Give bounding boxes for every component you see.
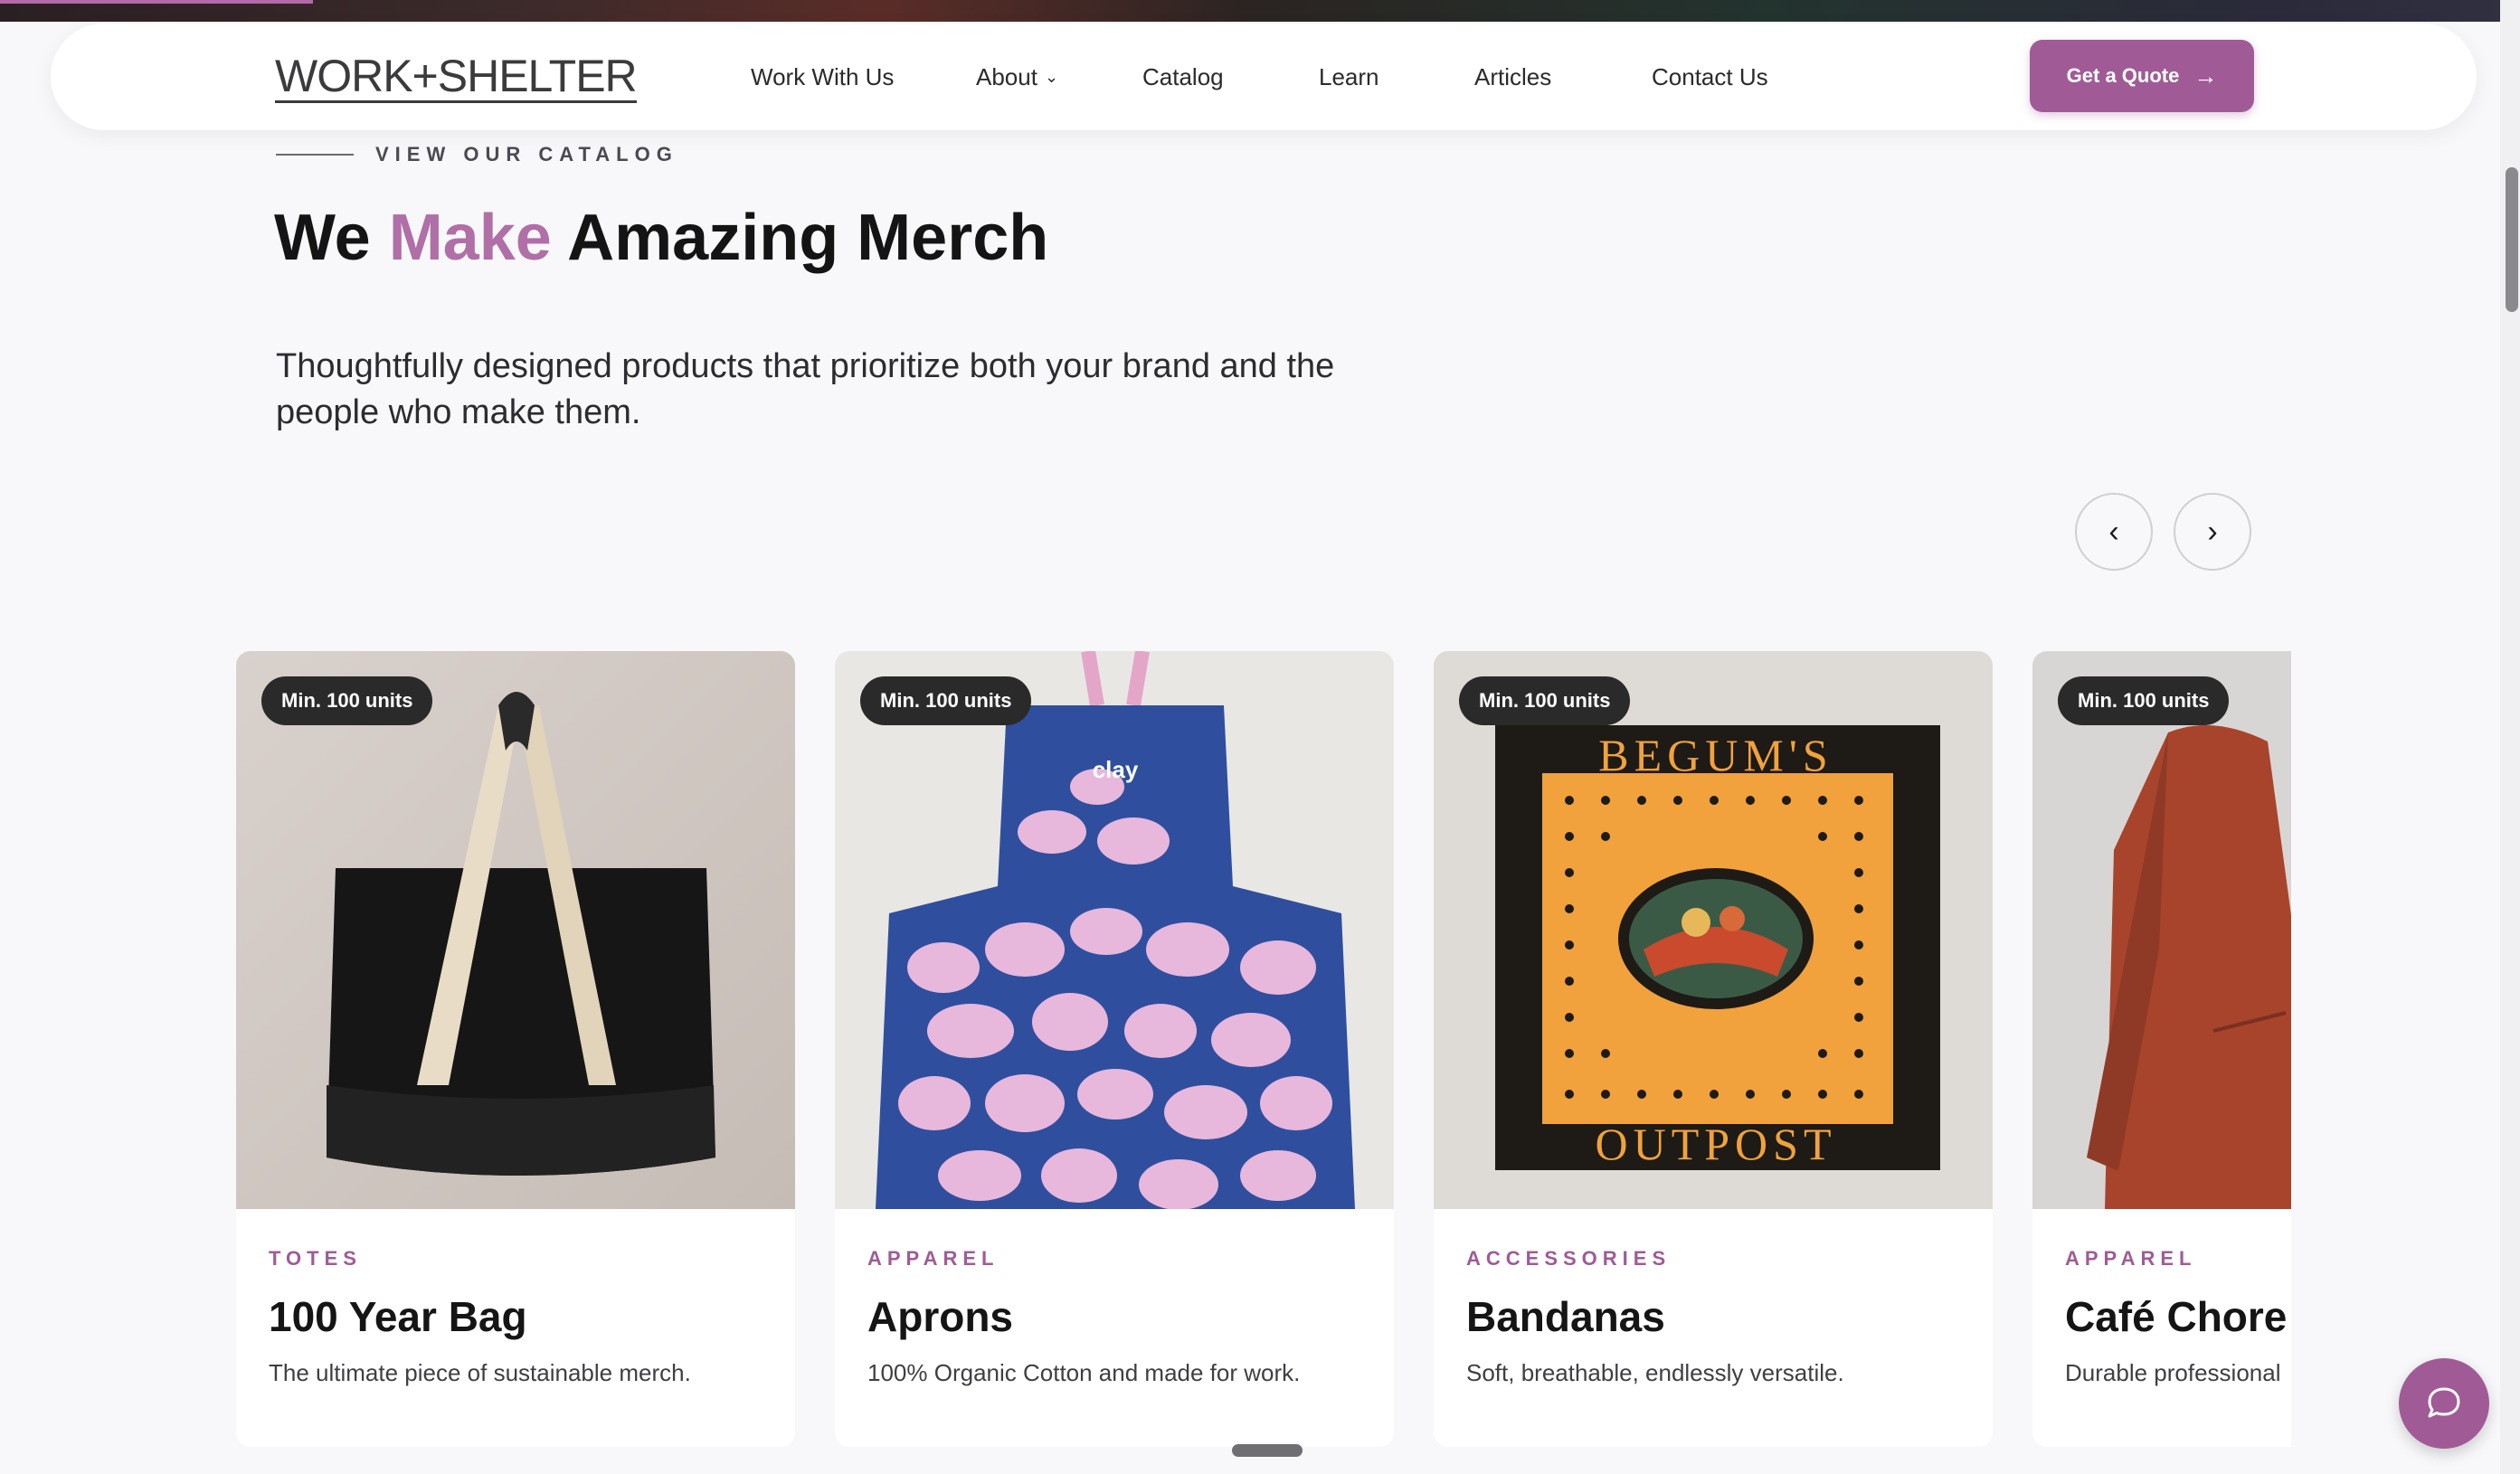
product-title[interactable]: Bandanas bbox=[1466, 1292, 1960, 1341]
apron-print-text: clay bbox=[1093, 756, 1139, 783]
min-units-badge: Min. 100 units bbox=[1459, 676, 1631, 725]
carousel-prev-button[interactable]: ‹ bbox=[2075, 493, 2153, 571]
nav-link-articles[interactable]: Articles bbox=[1474, 63, 1551, 91]
chat-bubble-icon bbox=[2428, 1387, 2460, 1418]
carousel-next-button[interactable]: › bbox=[2174, 493, 2251, 571]
product-description: Durable professional bbox=[2065, 1359, 2281, 1386]
apron-illustration: clay bbox=[835, 651, 1394, 1209]
nav-link-contact-us[interactable]: Contact Us bbox=[1652, 63, 1768, 91]
headline-prefix: We bbox=[274, 202, 389, 274]
section-eyebrow: VIEW OUR CATALOG bbox=[276, 143, 678, 166]
get-a-quote-label: Get a Quote bbox=[2066, 64, 2180, 87]
product-description: The ultimate piece of sustainable merch. bbox=[269, 1359, 691, 1386]
main-navbar: WORK+SHELTER Work With Us About ⌄ Catalog… bbox=[51, 24, 2477, 130]
product-card[interactable]: Min. 100 units TOTES 100 Year Bag The ul… bbox=[236, 651, 795, 1447]
nav-link-about-label: About bbox=[976, 63, 1037, 90]
tote-bag-illustration bbox=[236, 651, 795, 1209]
page-scrollbar-thumb[interactable] bbox=[2506, 167, 2518, 312]
brand-logo-text: WORK+SHELTER bbox=[275, 51, 638, 101]
product-image-chore-coat[interactable]: Min. 100 units bbox=[2032, 651, 2291, 1209]
product-carousel: Min. 100 units TOTES 100 Year Bag The ul… bbox=[236, 651, 2291, 1447]
min-units-badge: Min. 100 units bbox=[261, 676, 433, 725]
product-image-apron[interactable]: clay Min. 100 units bbox=[835, 651, 1394, 1209]
product-image-tote[interactable]: Min. 100 units bbox=[236, 651, 795, 1209]
eyebrow-divider bbox=[276, 154, 354, 156]
chevron-left-icon: ‹ bbox=[2108, 514, 2119, 549]
min-units-badge: Min. 100 units bbox=[2058, 676, 2230, 725]
bandana-illustration: BEGUM'S OUTPOST bbox=[1434, 651, 1993, 1209]
nav-link-work-with-us[interactable]: Work With Us bbox=[751, 63, 894, 91]
chat-button[interactable] bbox=[2399, 1358, 2489, 1449]
chevron-right-icon: › bbox=[2207, 514, 2218, 549]
product-card[interactable]: clay Min. 100 units APPAREL Aprons 100% … bbox=[835, 651, 1394, 1447]
arrow-right-icon: → bbox=[2193, 61, 2218, 90]
product-image-bandana[interactable]: BEGUM'S OUTPOST Min. 100 units bbox=[1434, 651, 1993, 1209]
page-scrollbar[interactable] bbox=[2500, 0, 2520, 1474]
min-units-badge: Min. 100 units bbox=[860, 676, 1032, 725]
chevron-down-icon: ⌄ bbox=[1044, 68, 1059, 86]
bandana-print-top: BEGUM'S bbox=[1598, 730, 1833, 780]
product-card[interactable]: BEGUM'S OUTPOST Min. 100 units ACCESSORI… bbox=[1434, 651, 1993, 1447]
nav-link-catalog[interactable]: Catalog bbox=[1142, 63, 1224, 91]
product-title[interactable]: Café Chore Coat bbox=[2065, 1292, 2291, 1341]
eyebrow-text: VIEW OUR CATALOG bbox=[375, 143, 678, 165]
carousel-scroll-indicator[interactable] bbox=[1232, 1444, 1303, 1457]
get-a-quote-button[interactable]: Get a Quote → bbox=[2030, 40, 2254, 112]
product-category: APPAREL bbox=[2065, 1247, 2197, 1270]
headline-accent-word: Make bbox=[388, 202, 552, 274]
headline-suffix: Amazing Merch bbox=[551, 202, 1049, 274]
product-description: 100% Organic Cotton and made for work. bbox=[867, 1359, 1301, 1386]
section-subtitle: Thoughtfully designed products that prio… bbox=[276, 347, 1335, 431]
product-title[interactable]: 100 Year Bag bbox=[269, 1292, 763, 1341]
section-headline: We Make Amazing Merch bbox=[274, 201, 1048, 275]
nav-link-about[interactable]: About ⌄ bbox=[976, 63, 1058, 91]
hero-image-strip bbox=[0, 0, 2520, 22]
chore-coat-illustration bbox=[2032, 651, 2291, 1209]
brand-logo[interactable]: WORK+SHELTER bbox=[275, 51, 638, 103]
product-description: Soft, breathable, endlessly versatile. bbox=[1466, 1359, 1844, 1386]
nav-link-learn[interactable]: Learn bbox=[1319, 63, 1379, 91]
product-card[interactable]: Min. 100 units APPAREL Café Chore Coat D… bbox=[2032, 651, 2291, 1447]
product-category: APPAREL bbox=[867, 1247, 999, 1270]
product-category: ACCESSORIES bbox=[1466, 1247, 1672, 1270]
bandana-print-bottom: OUTPOST bbox=[1595, 1119, 1836, 1169]
product-title[interactable]: Aprons bbox=[867, 1292, 1361, 1341]
scroll-progress-bar bbox=[0, 0, 313, 4]
product-category: TOTES bbox=[269, 1247, 362, 1270]
